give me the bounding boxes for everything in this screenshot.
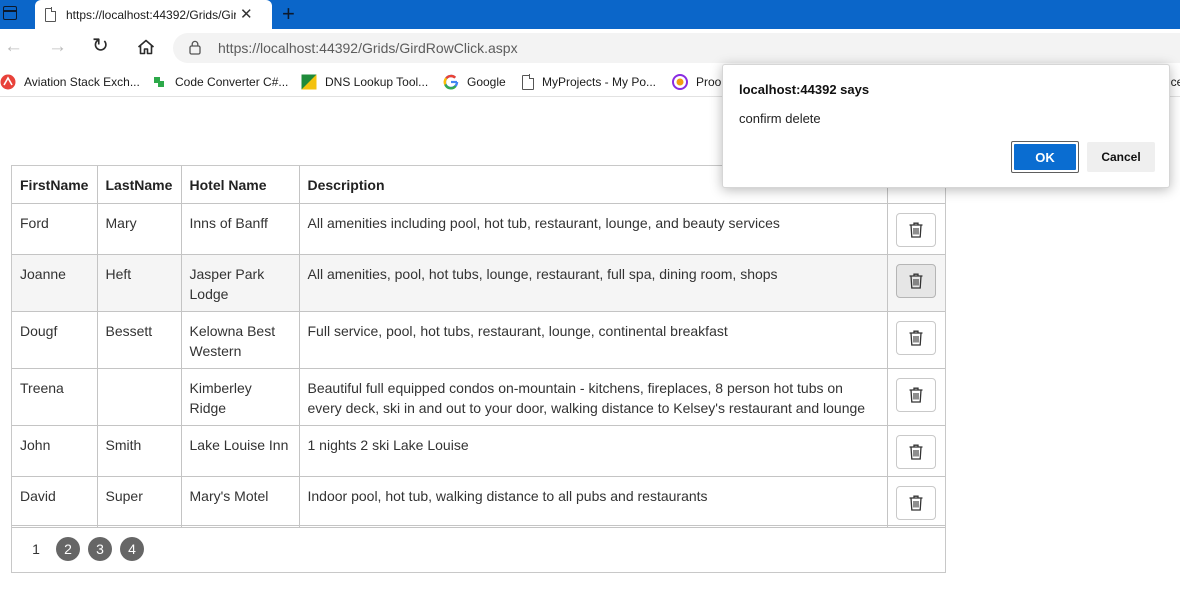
reload-icon[interactable]: ↻	[92, 36, 109, 56]
delete-button[interactable]	[895, 485, 936, 520]
delete-button[interactable]	[895, 263, 936, 298]
table-row[interactable]: Ford Mary Inns of Banff All amenities in…	[12, 202, 945, 255]
proo-icon	[672, 74, 688, 90]
cell-description: 1 nights 2 ski Lake Louise	[298, 424, 888, 477]
cell-hotel-name: Mary's Motel	[180, 475, 300, 528]
trash-icon	[909, 330, 922, 346]
new-tab-icon[interactable]: +	[282, 1, 295, 27]
delete-button[interactable]	[895, 434, 936, 469]
cancel-button[interactable]: Cancel	[1087, 142, 1155, 172]
cell-lastname	[96, 367, 182, 426]
delete-button[interactable]	[895, 320, 936, 355]
cell-hotel-name: Lake Louise Inn	[180, 424, 300, 477]
delete-button[interactable]	[895, 212, 936, 247]
code-converter-icon	[154, 77, 164, 87]
cell-lastname: Mary	[96, 202, 182, 255]
cell-action	[886, 475, 945, 528]
url-text: https://localhost:44392/Grids/GirdRowCli…	[218, 40, 518, 56]
browser-tab[interactable]: https://localhost:44392/Grids/Gir ✕	[35, 0, 272, 29]
bookmark-aviation[interactable]: Aviation Stack Exch...	[0, 73, 140, 91]
home-icon[interactable]	[137, 39, 155, 55]
page-icon	[45, 7, 57, 22]
cell-action	[886, 367, 945, 426]
aviation-icon	[0, 74, 16, 90]
cell-hotel-name: Kelowna Best Western	[180, 310, 300, 369]
header-hotel-name: Hotel Name	[180, 166, 300, 204]
dialog-message: confirm delete	[739, 111, 821, 126]
header-lastname: LastName	[96, 166, 182, 204]
trash-icon	[909, 273, 922, 289]
cell-action	[886, 424, 945, 477]
cell-action	[886, 202, 945, 255]
pager: 1 2 3 4	[12, 525, 945, 572]
page-link-3[interactable]: 3	[88, 537, 112, 561]
cell-description: Indoor pool, hot tub, walking distance t…	[298, 475, 888, 528]
cell-description: Full service, pool, hot tubs, restaurant…	[298, 310, 888, 369]
cell-action	[886, 310, 945, 369]
hotel-grid: FirstName LastName Hotel Name Descriptio…	[11, 165, 946, 573]
header-firstname: FirstName	[12, 166, 98, 204]
page-icon	[522, 74, 535, 90]
cell-hotel-name: Jasper Park Lodge	[180, 253, 300, 312]
tab-actions-icon[interactable]	[3, 6, 17, 20]
bookmark-myprojects[interactable]: MyProjects - My Po...	[522, 73, 656, 91]
cell-firstname: Ford	[12, 202, 98, 255]
back-icon[interactable]: ←	[4, 37, 23, 57]
google-icon	[443, 74, 459, 90]
page-link-2[interactable]: 2	[56, 537, 80, 561]
tab-title: https://localhost:44392/Grids/Gir	[66, 7, 236, 22]
table-row[interactable]: Treena Kimberley Ridge Beautiful full eq…	[12, 367, 945, 426]
bookmark-label: MyProjects - My Po...	[542, 75, 657, 89]
hotel-table: FirstName LastName Hotel Name Descriptio…	[12, 166, 945, 528]
close-tab-icon[interactable]: ✕	[240, 7, 253, 22]
bookmark-dns-lookup[interactable]: DNS Lookup Tool...	[301, 73, 428, 91]
cell-description: Beautiful full equipped condos on-mounta…	[298, 367, 888, 426]
bookmark-label: Aviation Stack Exch...	[24, 75, 140, 89]
cell-description: All amenities, pool, hot tubs, lounge, r…	[298, 253, 888, 312]
cell-hotel-name: Kimberley Ridge	[180, 367, 300, 426]
table-row[interactable]: David Super Mary's Motel Indoor pool, ho…	[12, 475, 945, 528]
confirm-dialog: localhost:44392 says confirm delete OK C…	[722, 64, 1170, 188]
cell-firstname: Treena	[12, 367, 98, 426]
cell-lastname: Super	[96, 475, 182, 528]
trash-icon	[909, 222, 922, 238]
cell-hotel-name: Inns of Banff	[180, 202, 300, 255]
table-row[interactable]: Joanne Heft Jasper Park Lodge All amenit…	[12, 253, 945, 312]
trash-icon	[909, 444, 922, 460]
address-bar[interactable]: https://localhost:44392/Grids/GirdRowCli…	[173, 33, 1180, 63]
dialog-title: localhost:44392 says	[739, 82, 870, 97]
bookmark-code-converter[interactable]: Code Converter C#...	[151, 73, 288, 91]
cell-action	[886, 253, 945, 312]
bookmark-label: DNS Lookup Tool...	[325, 75, 429, 89]
page-current: 1	[32, 541, 40, 557]
trash-icon	[909, 495, 922, 511]
cell-lastname: Bessett	[96, 310, 182, 369]
bookmark-google[interactable]: Google	[443, 73, 506, 91]
ok-label: OK	[1014, 144, 1076, 170]
browser-toolbar: ← → ↻ https://localhost:44392/Grids/Gird…	[0, 29, 1180, 67]
cell-firstname: David	[12, 475, 98, 528]
table-row[interactable]: Dougf Bessett Kelowna Best Western Full …	[12, 310, 945, 369]
browser-tabstrip: https://localhost:44392/Grids/Gir ✕ +	[0, 0, 1180, 29]
cell-description: All amenities including pool, hot tub, r…	[298, 202, 888, 255]
ok-button[interactable]: OK	[1011, 141, 1079, 173]
lock-icon[interactable]	[189, 40, 201, 55]
table-row[interactable]: John Smith Lake Louise Inn 1 nights 2 sk…	[12, 424, 945, 477]
bookmark-proo[interactable]: Proo	[672, 73, 721, 91]
cell-lastname: Smith	[96, 424, 182, 477]
trash-icon	[909, 387, 922, 403]
page-link-4[interactable]: 4	[120, 537, 144, 561]
bookmark-label: Proo	[696, 75, 722, 89]
cell-firstname: Dougf	[12, 310, 98, 369]
cell-firstname: Joanne	[12, 253, 98, 312]
dns-lookup-icon	[301, 74, 317, 90]
cell-lastname: Heft	[96, 253, 182, 312]
cell-firstname: John	[12, 424, 98, 477]
forward-icon[interactable]: →	[48, 37, 67, 57]
delete-button[interactable]	[895, 377, 936, 412]
bookmark-label: Google	[467, 75, 506, 89]
bookmark-label: Code Converter C#...	[175, 75, 289, 89]
